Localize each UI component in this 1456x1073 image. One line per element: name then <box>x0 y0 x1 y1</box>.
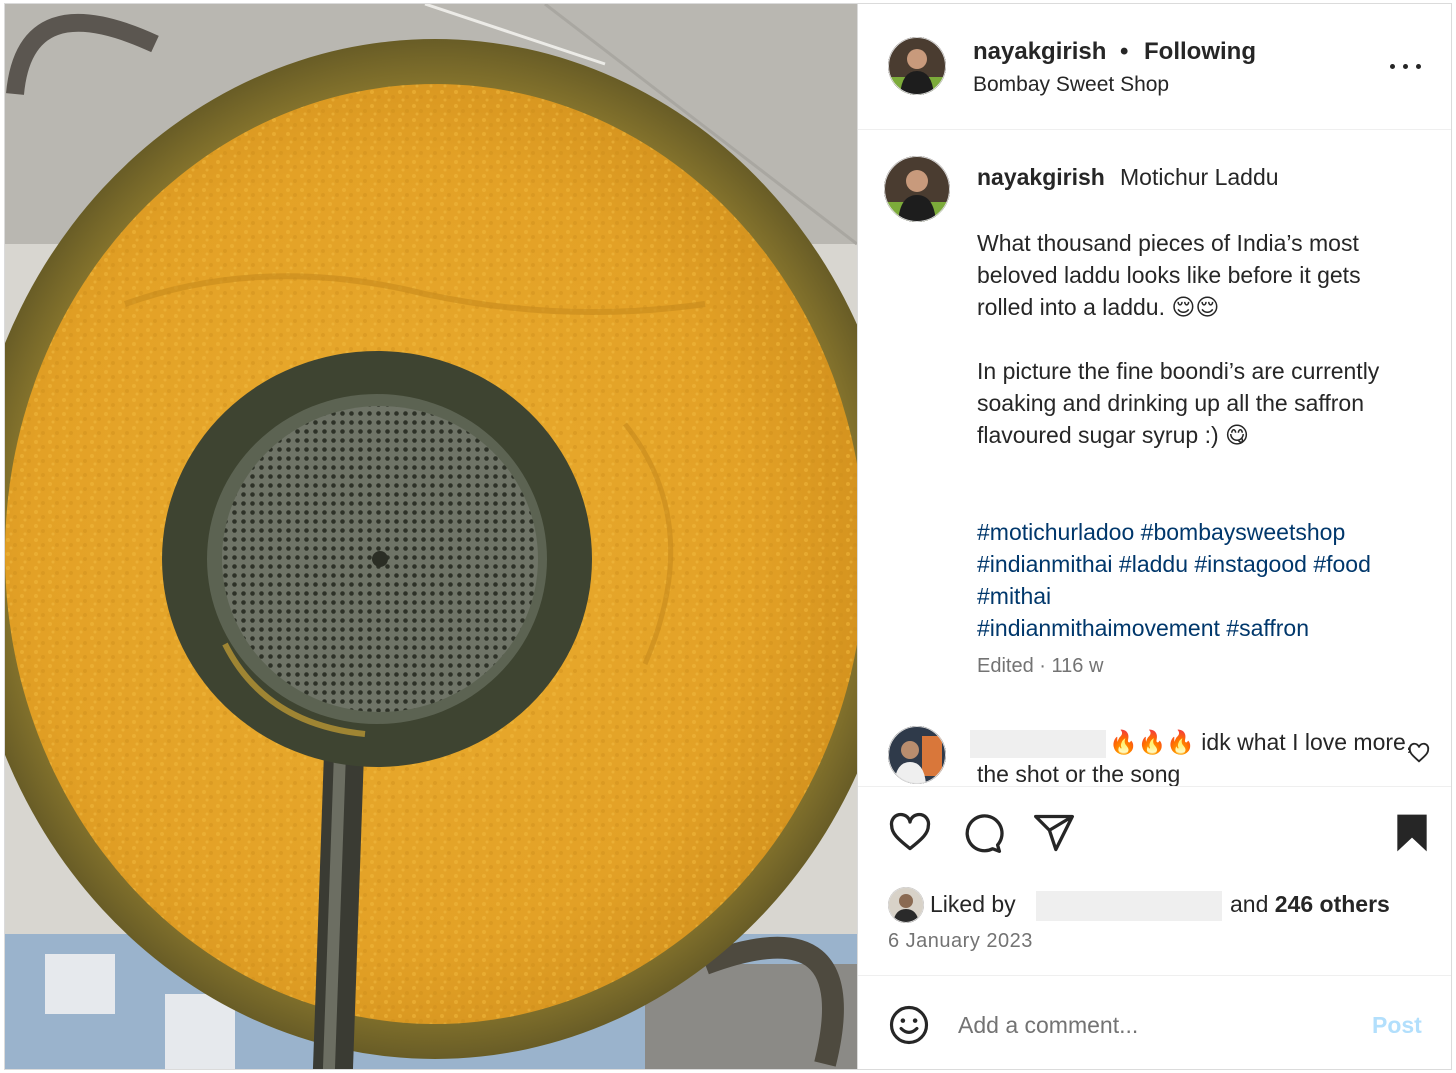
like-heart-icon[interactable] <box>888 811 932 855</box>
likes-others[interactable]: and 246 others <box>1230 891 1390 918</box>
caption-title: Motichur Laddu <box>1120 164 1279 190</box>
redacted-liker-name <box>1036 891 1222 921</box>
likes-count[interactable]: 246 others <box>1275 891 1390 917</box>
more-options-icon[interactable] <box>1388 54 1424 78</box>
author-avatar[interactable] <box>888 37 946 95</box>
caption-username[interactable]: nayakgirish <box>977 164 1105 191</box>
liked-by-label: Liked by <box>930 891 1016 917</box>
post-date: 6 January 2023 <box>888 930 1033 952</box>
hashtag-link[interactable]: #motichurladoo <box>977 519 1134 545</box>
post-actions: Liked by and 246 others 6 January 2023 <box>858 786 1451 976</box>
hashtag-link[interactable]: #food <box>1313 551 1371 577</box>
post-window: nayakgirish • Following Bombay Sweet Sho… <box>4 3 1452 1070</box>
hashtag-link[interactable]: #laddu <box>1119 551 1188 577</box>
hashtag-link[interactable]: #indianmithai <box>977 551 1113 577</box>
commenter-avatar[interactable] <box>888 726 946 784</box>
comment-bubble-icon[interactable] <box>960 811 1004 855</box>
hashtag-link[interactable]: #indianmithaimovement <box>977 615 1220 641</box>
hashtag-link[interactable]: #mithai <box>977 583 1051 609</box>
hashtag-list: #motichurladoo #bombaysweetshop #indianm… <box>977 516 1417 644</box>
post-photo[interactable] <box>5 4 857 1069</box>
caption-author-avatar[interactable] <box>884 156 950 222</box>
add-comment-bar: Post <box>858 976 1451 1069</box>
separator-dot: • <box>1120 38 1129 65</box>
motichur-boondi-photo <box>5 4 857 1069</box>
post-side-panel: nayakgirish • Following Bombay Sweet Sho… <box>857 4 1451 1069</box>
edited-label: Edited <box>977 655 1034 677</box>
caption-paragraph-2: In picture the fine boondi’s are current… <box>977 358 1380 448</box>
caption-area: nayakgirish Motichur Laddu What thousand… <box>858 130 1451 786</box>
author-username[interactable]: nayakgirish <box>973 38 1106 66</box>
post-header: nayakgirish • Following Bombay Sweet Sho… <box>858 4 1451 130</box>
post-location[interactable]: Bombay Sweet Shop <box>973 73 1169 97</box>
comment-like-heart-icon[interactable] <box>1408 742 1430 764</box>
add-comment-input[interactable] <box>958 1008 1338 1042</box>
caption-paragraph-1: What thousand pieces of India’s most bel… <box>977 230 1361 320</box>
hashtag-link[interactable]: #saffron <box>1226 615 1309 641</box>
save-bookmark-icon[interactable] <box>1390 811 1434 855</box>
post-comment-button[interactable]: Post <box>1372 1012 1422 1039</box>
hashtag-link[interactable]: #instagood <box>1194 551 1307 577</box>
liker-avatar[interactable] <box>888 887 924 923</box>
caption-meta: Edited · 116 w <box>977 655 1104 677</box>
comment-text: 🔥🔥🔥 idk what I love more, the shot or th… <box>977 729 1413 786</box>
share-paper-plane-icon[interactable] <box>1032 811 1076 855</box>
post-age[interactable]: 116 w <box>1052 655 1104 677</box>
hashtag-link[interactable]: #bombaysweetshop <box>1141 519 1346 545</box>
emoji-smiley-icon[interactable] <box>888 1004 930 1046</box>
following-button[interactable]: Following <box>1144 38 1256 66</box>
likes-and-label: and <box>1230 891 1269 917</box>
